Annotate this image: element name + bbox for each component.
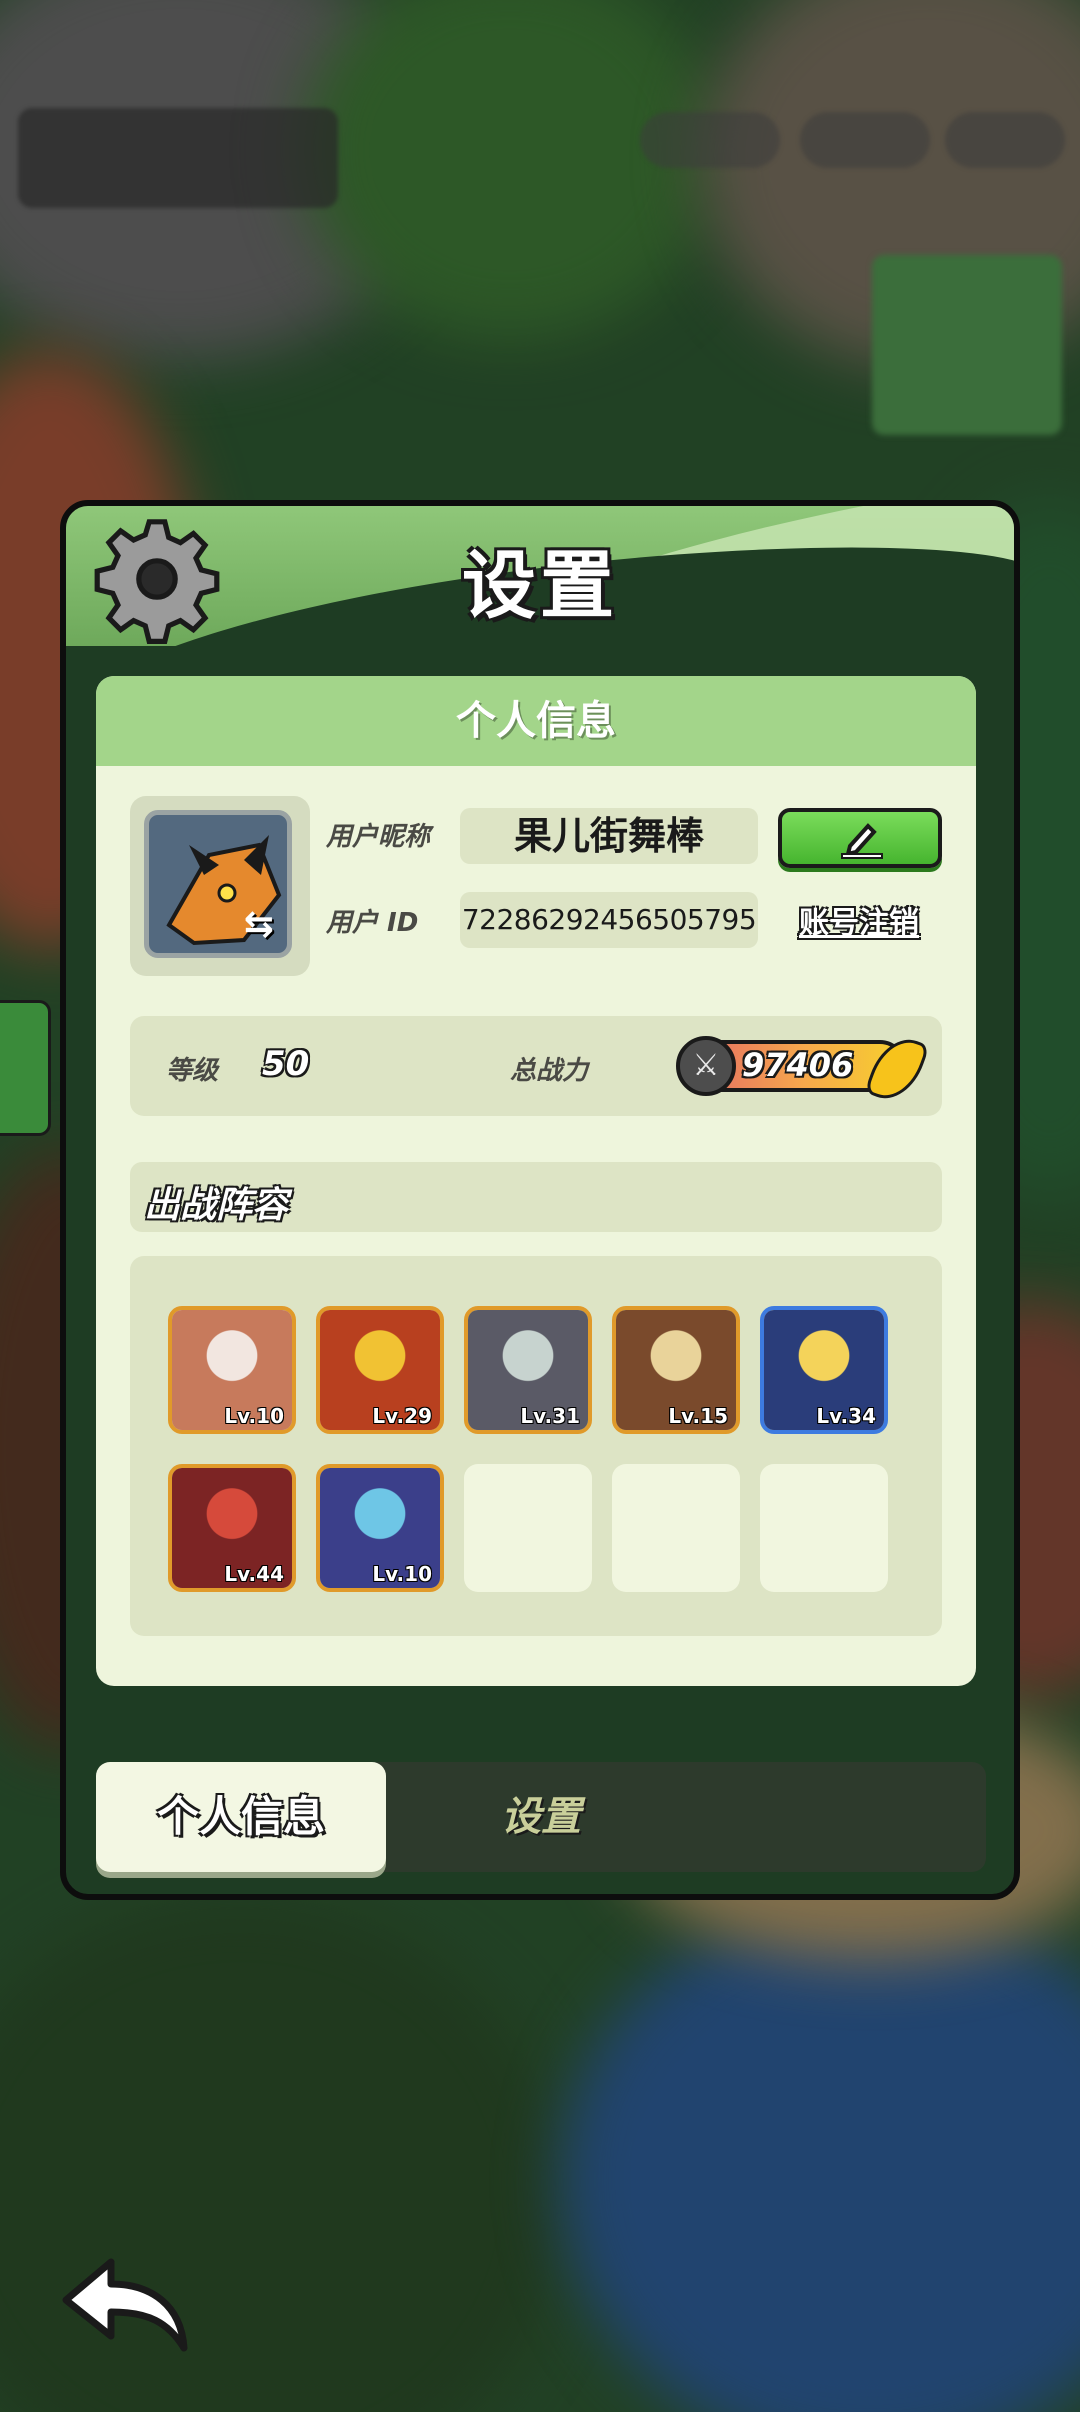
lineup-grid: Lv.10 Lv.29 Lv.31 Lv.15 Lv.34 Lv.44 Lv.10: [130, 1256, 942, 1636]
personal-info-header: 个人信息: [96, 676, 976, 766]
settings-panel: 设置 个人信息 ⇆ 用户昵称 果儿街舞棒 用户 ID 7228629245650…: [60, 500, 1020, 1900]
edit-nickname-button[interactable]: [778, 808, 942, 868]
power-label: 总战力: [510, 1056, 589, 1086]
hero-slot[interactable]: Lv.29: [316, 1306, 444, 1434]
back-arrow-icon[interactable]: [56, 2250, 196, 2360]
energy-counter-blurred: [945, 112, 1065, 168]
empty-hero-slot[interactable]: [760, 1464, 888, 1592]
nickname-value: 果儿街舞棒: [513, 814, 704, 858]
user-id-field: 72286292456505795: [460, 892, 758, 948]
hero-slot[interactable]: Lv.31: [464, 1306, 592, 1434]
avatar-button[interactable]: ⇆: [130, 796, 310, 976]
lineup-header: 出战阵容: [130, 1162, 942, 1232]
hero-level: Lv.44: [224, 1562, 284, 1586]
power-badge: ⚔ 97406: [676, 1030, 930, 1108]
lineup-title: 出战阵容: [144, 1185, 289, 1226]
player-hud-blurred: [18, 108, 338, 208]
pencil-icon: [841, 823, 883, 859]
hero-level: Lv.15: [668, 1404, 728, 1428]
tab-bar: 个人信息 设置: [96, 1762, 986, 1872]
gem-counter-blurred: [640, 112, 780, 168]
tab-settings[interactable]: 设置: [416, 1762, 666, 1872]
hero-level: Lv.10: [224, 1404, 284, 1428]
tab-personal-info[interactable]: 个人信息: [96, 1762, 386, 1872]
hero-level: Lv.34: [816, 1404, 876, 1428]
nickname-label: 用户昵称: [326, 822, 431, 852]
level-label: 等级: [166, 1056, 219, 1086]
hero-slot[interactable]: Lv.34: [760, 1306, 888, 1434]
avatar: ⇆: [144, 810, 292, 958]
hero-level: Lv.31: [520, 1404, 580, 1428]
empty-hero-slot[interactable]: [464, 1464, 592, 1592]
hero-slot[interactable]: Lv.10: [316, 1464, 444, 1592]
stats-row: 等级 50 总战力 ⚔ 97406: [130, 1016, 942, 1116]
user-id-label: 用户 ID: [326, 908, 419, 938]
level-value: 50: [262, 1044, 310, 1084]
hero-slot[interactable]: Lv.10: [168, 1306, 296, 1434]
empty-hero-slot[interactable]: [612, 1464, 740, 1592]
hero-level: Lv.10: [372, 1562, 432, 1586]
cancel-account-link[interactable]: 账号注销: [784, 898, 934, 942]
side-menu-tab[interactable]: [0, 1000, 51, 1136]
swap-icon[interactable]: ⇆: [235, 903, 283, 947]
coin-counter-blurred: [800, 112, 930, 168]
hero-slot[interactable]: Lv.44: [168, 1464, 296, 1592]
nickname-field: 果儿街舞棒: [460, 808, 758, 864]
hero-slot[interactable]: Lv.15: [612, 1306, 740, 1434]
personal-info-card: 个人信息 ⇆ 用户昵称 果儿街舞棒 用户 ID 7228629245650579…: [96, 676, 976, 1686]
panel-header: 设置: [66, 506, 1014, 646]
hero-level: Lv.29: [372, 1404, 432, 1428]
user-id-value: 72286292456505795: [461, 903, 757, 936]
flame-icon: [864, 1030, 930, 1108]
panel-title: 设置: [462, 543, 618, 629]
minimap-blurred: [872, 255, 1062, 435]
power-value: 97406: [742, 1046, 854, 1084]
crossed-swords-icon: ⚔: [676, 1036, 736, 1096]
tab-personal-info-label: 个人信息: [156, 1792, 325, 1841]
